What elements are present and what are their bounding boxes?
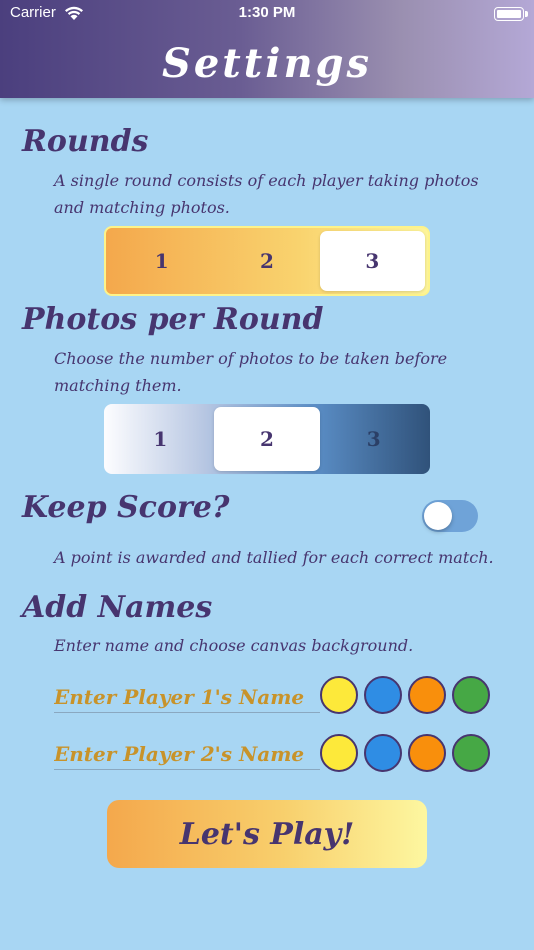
rounds-option-1[interactable]: 1 [109,231,214,291]
player-2-color-blue[interactable] [364,734,402,772]
player-1-color-orange[interactable] [408,676,446,714]
player-2-color-picker [320,734,490,772]
photos-description: Choose the number of photos to be taken … [54,349,448,395]
battery-icon [494,7,528,21]
rounds-option-3[interactable]: 3 [319,231,425,291]
player-1-color-yellow[interactable] [320,676,358,714]
header: Carrier 1:30 PM Settings [0,0,534,98]
player-1-color-picker [320,676,490,714]
photos-option-1[interactable]: 1 [107,407,214,471]
keep-score-toggle[interactable] [422,500,478,532]
player-2-color-green[interactable] [452,734,490,772]
player-1-color-green[interactable] [452,676,490,714]
photos-segmented-control[interactable]: 1 2 3 [104,404,430,474]
add-names-description: Enter name and choose canvas background. [54,636,414,655]
page-title: Settings [161,40,373,87]
photos-title: Photos per Round [22,302,324,337]
rounds-title: Rounds [22,124,149,159]
rounds-option-2[interactable]: 2 [214,231,319,291]
status-bar: Carrier 1:30 PM [0,4,534,24]
rounds-segmented-control[interactable]: 1 2 3 [104,226,430,296]
player-2-color-orange[interactable] [408,734,446,772]
rounds-description: A single round consists of each player t… [54,171,479,217]
add-names-title: Add Names [22,590,213,625]
photos-option-2[interactable]: 2 [213,407,321,471]
clock: 1:30 PM [238,4,296,21]
player-1-color-blue[interactable] [364,676,402,714]
player-2-color-yellow[interactable] [320,734,358,772]
player-2-name-input[interactable] [54,738,320,770]
lets-play-button[interactable]: Let's Play! [107,800,427,868]
player-1-name-input[interactable] [54,681,320,713]
keep-score-description: A point is awarded and tallied for each … [54,548,494,567]
keep-score-title: Keep Score? [22,490,230,525]
photos-option-3[interactable]: 3 [320,407,427,471]
